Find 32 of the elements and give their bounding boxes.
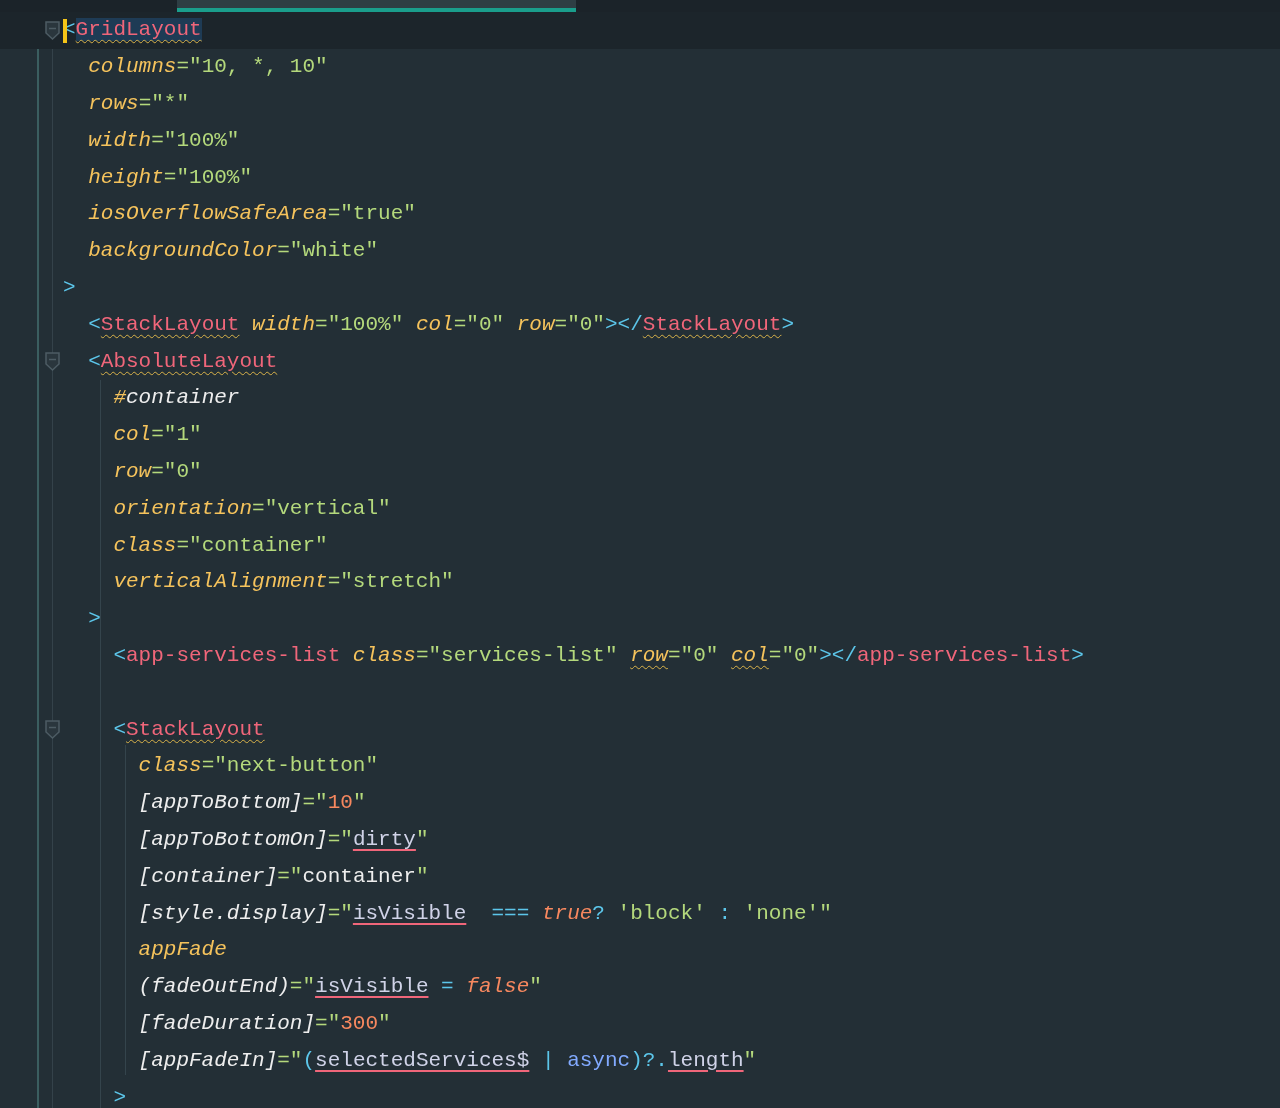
code-line: <StackLayout width="100%" col="0" row="0"></StackLayout> [87,311,794,338]
code-line: <app-services-list class="services-list" row="0" col="0"></app-services-list> [112,642,1084,669]
code-line: > [87,606,101,633]
code-line: appFade [137,937,227,964]
code-line: > [63,274,76,301]
code-line: #container [112,385,240,412]
code-line: [appToBottom]="10" [137,790,366,817]
code-line: backgroundColor="white" [87,238,379,265]
code-line: col="1" [112,422,202,449]
fold-icon[interactable] [45,720,60,740]
code-line: orientation="vertical" [112,495,391,522]
code-line: [appToBottomOn]="dirty" [137,826,429,853]
code-line: [fadeDuration]="300" [137,1010,391,1037]
fold-icon[interactable] [45,21,60,40]
code-line: <AbsoluteLayout [87,348,278,375]
code-line: row="0" [112,458,202,485]
code-line: [container]="container" [137,863,429,890]
code-line: height="100%" [87,164,253,191]
code-line: (fadeOutEnd)="isVisible = false" [137,974,542,1001]
text-cursor [63,19,67,44]
code-line: > [112,1084,126,1108]
code-line: rows="*" [87,91,190,117]
code-line: iosOverflowSafeArea="true" [87,201,416,228]
code-line: verticalAlignment="stretch" [112,569,454,596]
code-line: class="next-button" [137,753,379,780]
code-line: width="100%" [87,127,240,154]
code-line: [appFadeIn]="(selectedServices$ | async)?.length" [137,1047,757,1074]
code-line: columns="10, *, 10" [87,54,328,81]
code-line: class="container" [112,532,328,559]
code-line: [style.display]="isVisible === true? 'block' : 'none'" [137,900,832,927]
code-line: <StackLayout [112,716,265,743]
fold-icon[interactable] [45,352,60,372]
